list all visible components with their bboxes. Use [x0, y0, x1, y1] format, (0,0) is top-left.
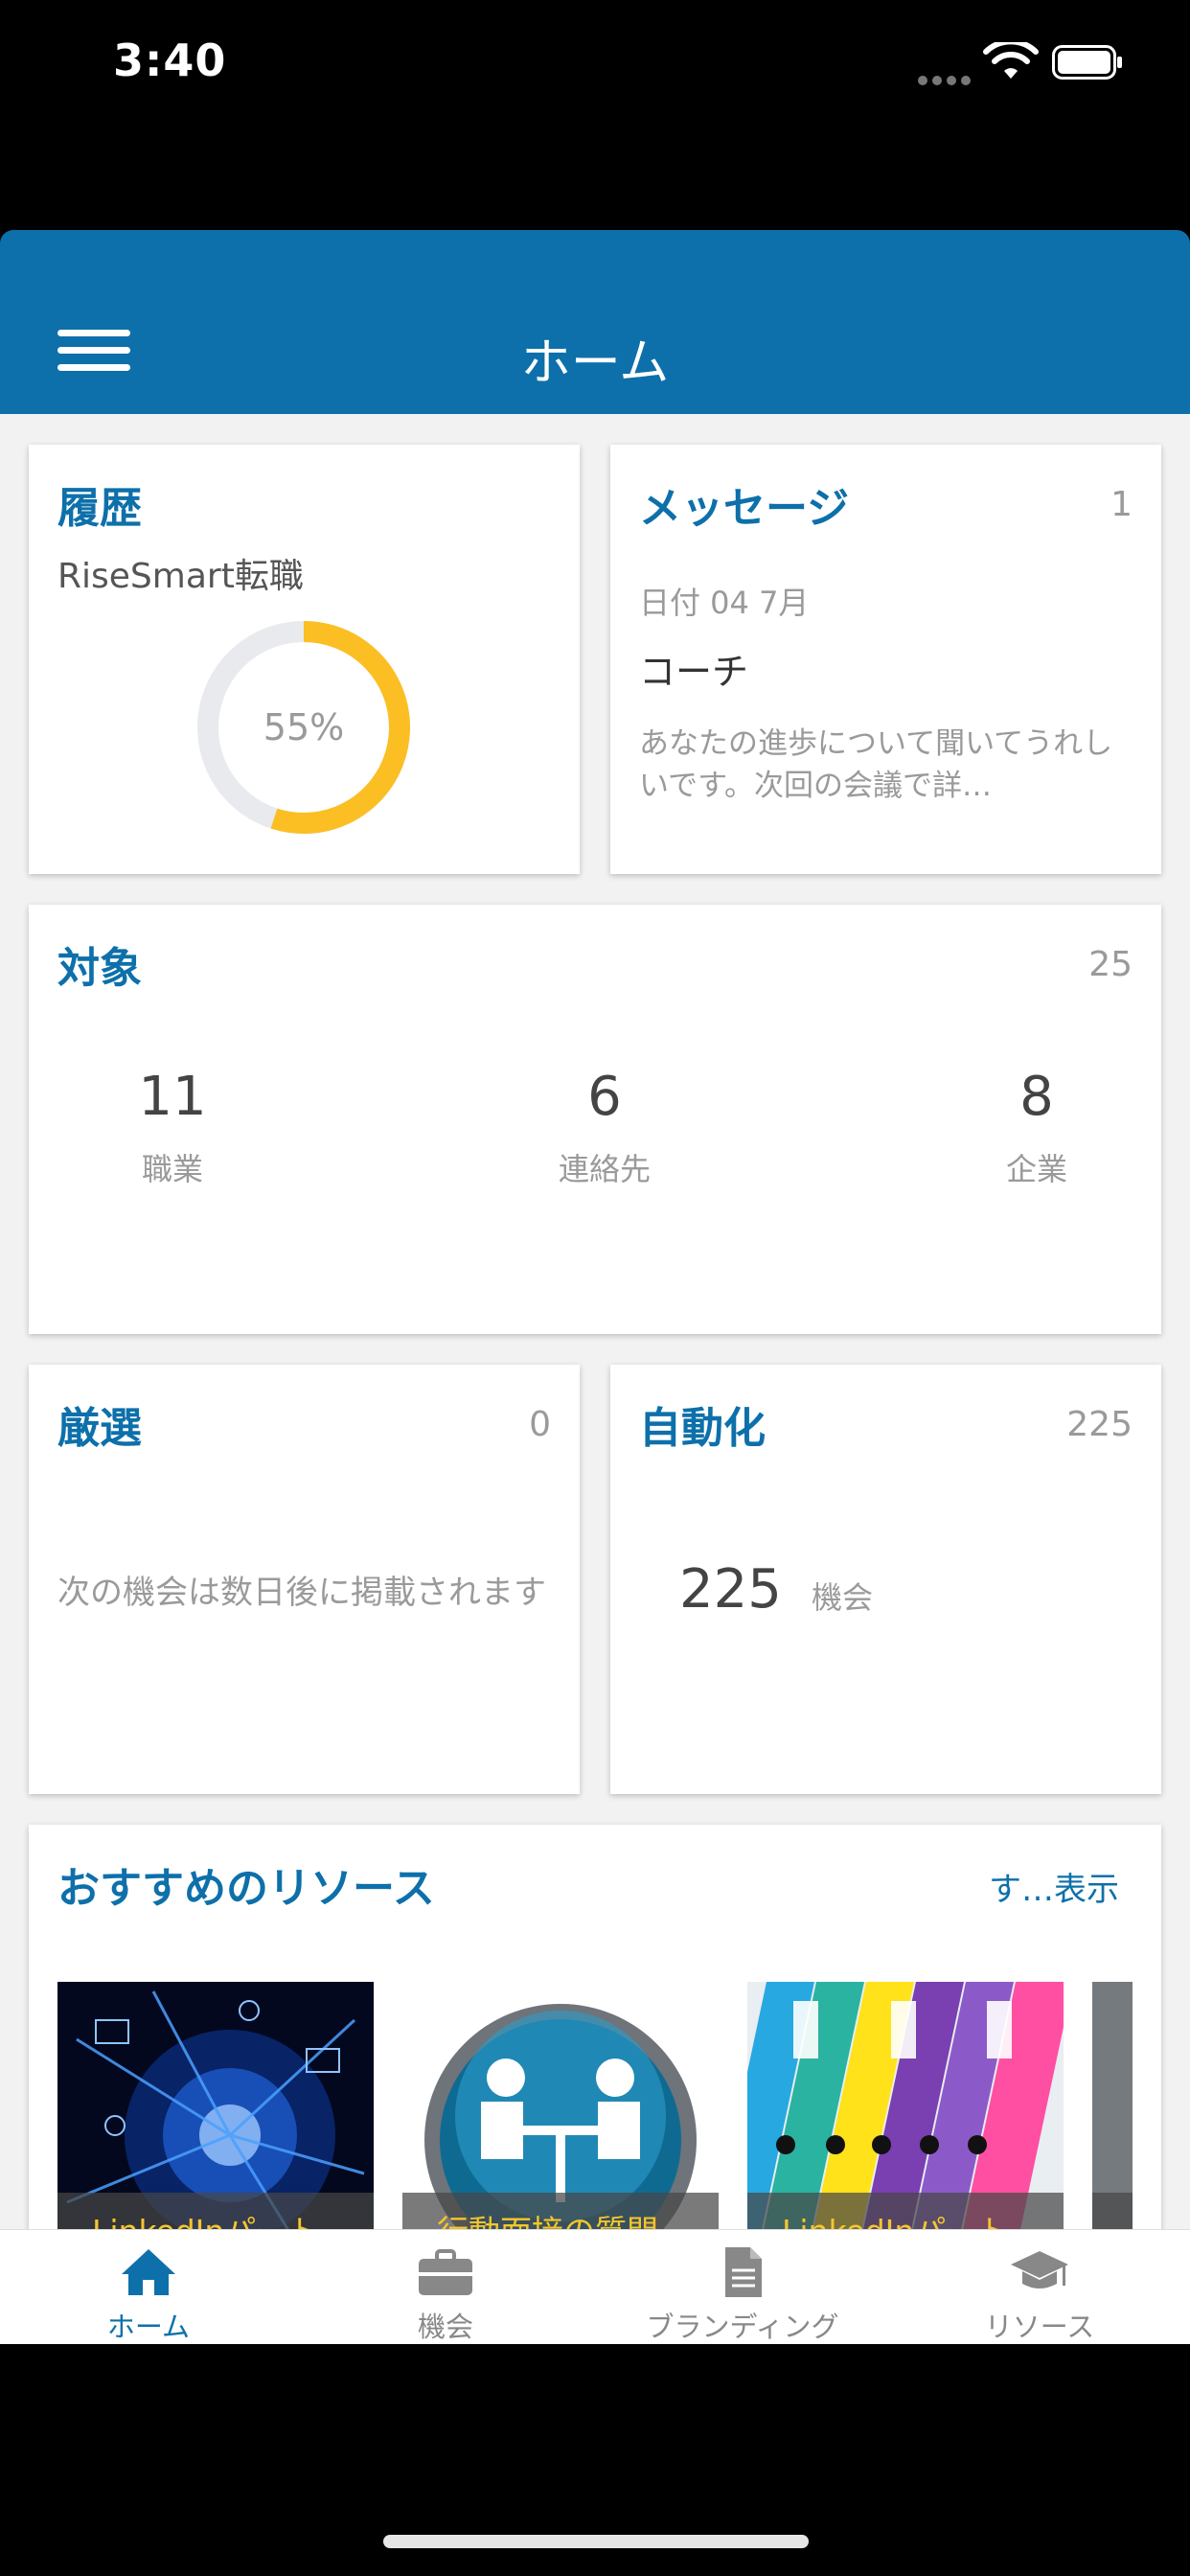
signal-icon	[918, 71, 975, 89]
targets-count: 25	[1088, 945, 1133, 984]
targets-title: 対象	[57, 944, 142, 993]
target-stat-companies[interactable]: 8 企業	[931, 1066, 1142, 1189]
message-sender: コーチ	[639, 651, 749, 693]
see-all-link[interactable]: す…表示	[989, 1863, 1119, 1910]
messages-title: メッセージ	[639, 484, 850, 533]
history-title: 履歴	[57, 484, 142, 533]
target-stat-value: 11	[138, 1066, 207, 1128]
progress-label: 55%	[263, 706, 345, 748]
tab-label: ホーム	[106, 2311, 191, 2343]
resource-tile[interactable]: LinkedInパート	[747, 1982, 1064, 2229]
message-preview: あなたの進歩について聞いてうれしいです。次回の会議で詳…	[639, 726, 1113, 803]
resource-caption: 行動面接の質問	[402, 2193, 719, 2229]
messages-count: 1	[1110, 485, 1133, 524]
resources-title: おすすめのリソース	[57, 1864, 435, 1913]
message-date: 日付 04 7月	[639, 585, 810, 621]
dashboard-content: 履歴 RiseSmart転職 55% メッセージ 1 日付 04 7月 コーチ …	[0, 414, 1190, 2229]
curated-count: 0	[529, 1405, 551, 1444]
curated-message: 次の機会は数日後に掲載されます	[57, 1574, 546, 1612]
automated-label: 機会	[812, 1579, 874, 1616]
automated-count: 225	[1066, 1405, 1133, 1444]
home-icon	[122, 2249, 175, 2295]
curated-title: 厳選	[57, 1404, 142, 1453]
target-stat-occupations[interactable]: 11 職業	[67, 1066, 278, 1189]
history-card[interactable]: 履歴 RiseSmart転職 55%	[29, 445, 580, 874]
target-stat-label: 企業	[1005, 1151, 1067, 1187]
tab-label: リソース	[984, 2311, 1095, 2343]
resource-tile[interactable]: 行動面接の質問	[402, 1982, 719, 2229]
history-subtitle: RiseSmart転職	[57, 557, 304, 596]
target-stat-label: 職業	[141, 1151, 203, 1187]
battery-icon	[1052, 45, 1122, 80]
curated-card[interactable]: 厳選 0 次の機会は数日後に掲載されます	[29, 1365, 580, 1794]
status-bar: 3:40	[0, 0, 1190, 134]
messages-card[interactable]: メッセージ 1 日付 04 7月 コーチ あなたの進歩について聞いてうれしいです…	[610, 445, 1161, 874]
bottom-tab-bar: ホーム 機会 ブランディング リソース	[0, 2229, 1190, 2344]
automated-value: 225	[679, 1558, 782, 1621]
target-stat-label: 連絡先	[558, 1151, 651, 1187]
tab-home[interactable]: ホーム	[0, 2230, 297, 2345]
graduation-cap-icon	[1011, 2251, 1068, 2288]
target-stat-contacts[interactable]: 6 連絡先	[499, 1066, 710, 1189]
briefcase-icon	[419, 2249, 472, 2295]
tab-branding[interactable]: ブランディング	[594, 2230, 891, 2345]
targets-card[interactable]: 対象 25 11 職業 6 連絡先 8 企業	[29, 905, 1161, 1334]
target-stat-value: 8	[1019, 1066, 1054, 1128]
tab-label: 機会	[417, 2311, 473, 2343]
resource-caption: LinkedInパート	[747, 2193, 1064, 2229]
resource-tile-partial[interactable]	[1092, 1982, 1133, 2229]
wifi-icon	[983, 42, 1039, 79]
document-icon	[725, 2247, 762, 2297]
tab-resources[interactable]: リソース	[891, 2230, 1188, 2345]
automated-title: 自動化	[639, 1404, 766, 1453]
app-header: ホーム	[0, 230, 1190, 414]
page-title: ホーム	[520, 334, 670, 392]
tab-opportunities[interactable]: 機会	[297, 2230, 594, 2345]
resources-card: おすすめのリソース す…表示 LinkedInパート	[29, 1825, 1161, 2229]
tab-label: ブランディング	[646, 2311, 839, 2343]
automated-card[interactable]: 自動化 225 225 機会	[610, 1365, 1161, 1794]
status-time: 3:40	[113, 34, 227, 86]
resource-caption: LinkedInパート	[57, 2193, 374, 2229]
resource-tile[interactable]: LinkedInパート	[57, 1982, 374, 2229]
home-indicator	[383, 2535, 809, 2548]
target-stat-value: 6	[587, 1066, 622, 1128]
resource-caption	[1092, 2193, 1133, 2229]
